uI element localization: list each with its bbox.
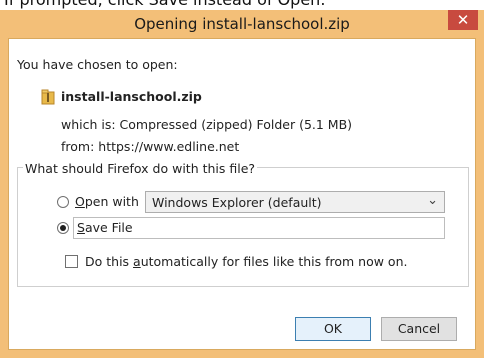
title-bar[interactable]: Opening install-lanschool.zip ✕ xyxy=(0,10,484,38)
open-with-radio[interactable] xyxy=(57,196,69,208)
action-group-label: What should Firefox do with this file? xyxy=(23,161,258,176)
open-with-select[interactable]: Windows Explorer (default) ⌄ xyxy=(145,191,445,213)
chevron-down-icon: ⌄ xyxy=(427,193,438,208)
open-with-label-rest: pen with xyxy=(84,194,139,209)
auto-checkbox[interactable] xyxy=(65,255,78,268)
save-file-label-rest: ave File xyxy=(84,220,133,235)
save-file-radio[interactable] xyxy=(57,222,69,234)
auto-label-before: Do this xyxy=(85,254,134,269)
dialog-title: Opening install-lanschool.zip xyxy=(134,15,350,33)
radio-selected-dot xyxy=(60,225,66,231)
open-with-label[interactable]: Open with xyxy=(75,194,139,209)
open-with-accesskey: O xyxy=(75,194,85,209)
intro-text: You have chosen to open: xyxy=(17,57,178,72)
zip-folder-icon xyxy=(41,89,55,105)
close-button[interactable]: ✕ xyxy=(448,10,478,30)
cancel-button[interactable]: Cancel xyxy=(381,317,457,341)
file-source-info: from: https://www.edline.net xyxy=(61,139,240,154)
dialog-body: You have chosen to open: install-lanscho… xyxy=(8,38,476,350)
auto-checkbox-label[interactable]: Do this automatically for files like thi… xyxy=(85,254,407,269)
save-file-accesskey: S xyxy=(77,220,85,235)
auto-accesskey: a xyxy=(133,254,141,269)
caption-text: If prompted, click Save instead of Open. xyxy=(4,0,325,9)
file-type-info: which is: Compressed (zipped) Folder (5.… xyxy=(61,117,353,132)
save-file-label[interactable]: Save File xyxy=(77,220,133,235)
close-icon: ✕ xyxy=(456,11,470,29)
ok-button[interactable]: OK xyxy=(295,317,371,341)
auto-label-after: utomatically for files like this from no… xyxy=(140,254,408,269)
download-dialog: Opening install-lanschool.zip ✕ You have… xyxy=(0,10,484,358)
file-name: install-lanschool.zip xyxy=(61,89,202,104)
open-with-value: Windows Explorer (default) xyxy=(152,195,322,210)
page-caption: If prompted, click Save instead of Open. xyxy=(0,0,484,10)
